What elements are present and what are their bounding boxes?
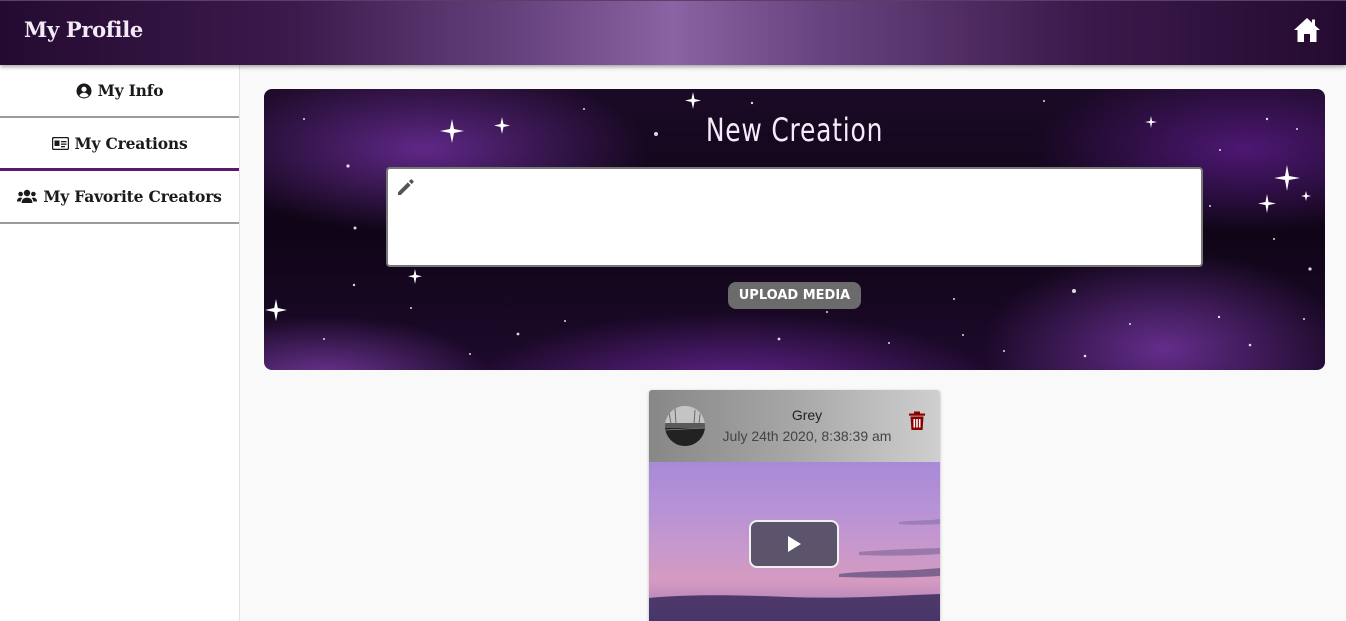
sidebar-item-my-creations[interactable]: My Creations — [0, 118, 239, 171]
creation-text-box[interactable] — [386, 167, 1203, 267]
sidebar-item-my-favorite-creators[interactable]: My Favorite Creators — [0, 171, 239, 224]
sidebar-item-my-info[interactable]: My Info — [0, 65, 239, 118]
creation-text-input[interactable] — [424, 175, 1193, 259]
app-bar: My Profile — [0, 0, 1346, 65]
play-button[interactable] — [749, 520, 839, 568]
video-player[interactable] — [649, 462, 940, 621]
home-button[interactable] — [1292, 16, 1322, 44]
new-creation-panel: New Creation UPLOAD MEDIA — [264, 89, 1325, 370]
avatar[interactable] — [665, 406, 705, 446]
page-title: My Profile — [24, 17, 143, 42]
home-icon — [1294, 18, 1320, 42]
sidebar-item-label: My Favorite Creators — [43, 187, 222, 206]
user-circle-icon — [76, 83, 92, 98]
sidebar: My Info My Creations My Favorite Creator… — [0, 65, 240, 621]
pencil-icon — [398, 179, 414, 195]
sidebar-item-label: My Creations — [74, 133, 188, 153]
id-card-icon — [51, 136, 69, 150]
play-icon — [788, 536, 801, 552]
users-icon — [17, 189, 38, 203]
upload-media-button[interactable]: UPLOAD MEDIA — [728, 282, 861, 309]
new-creation-title: New Creation — [705, 111, 884, 149]
trash-icon[interactable] — [908, 411, 926, 431]
author-name: Grey — [791, 407, 823, 423]
card-header: Grey July 24th 2020, 8:38:39 am — [649, 390, 940, 462]
avatar-image — [665, 406, 705, 446]
creation-card: Grey July 24th 2020, 8:38:39 am — [649, 390, 940, 621]
post-timestamp: July 24th 2020, 8:38:39 am — [722, 428, 892, 444]
sidebar-item-label: My Info — [97, 81, 164, 100]
